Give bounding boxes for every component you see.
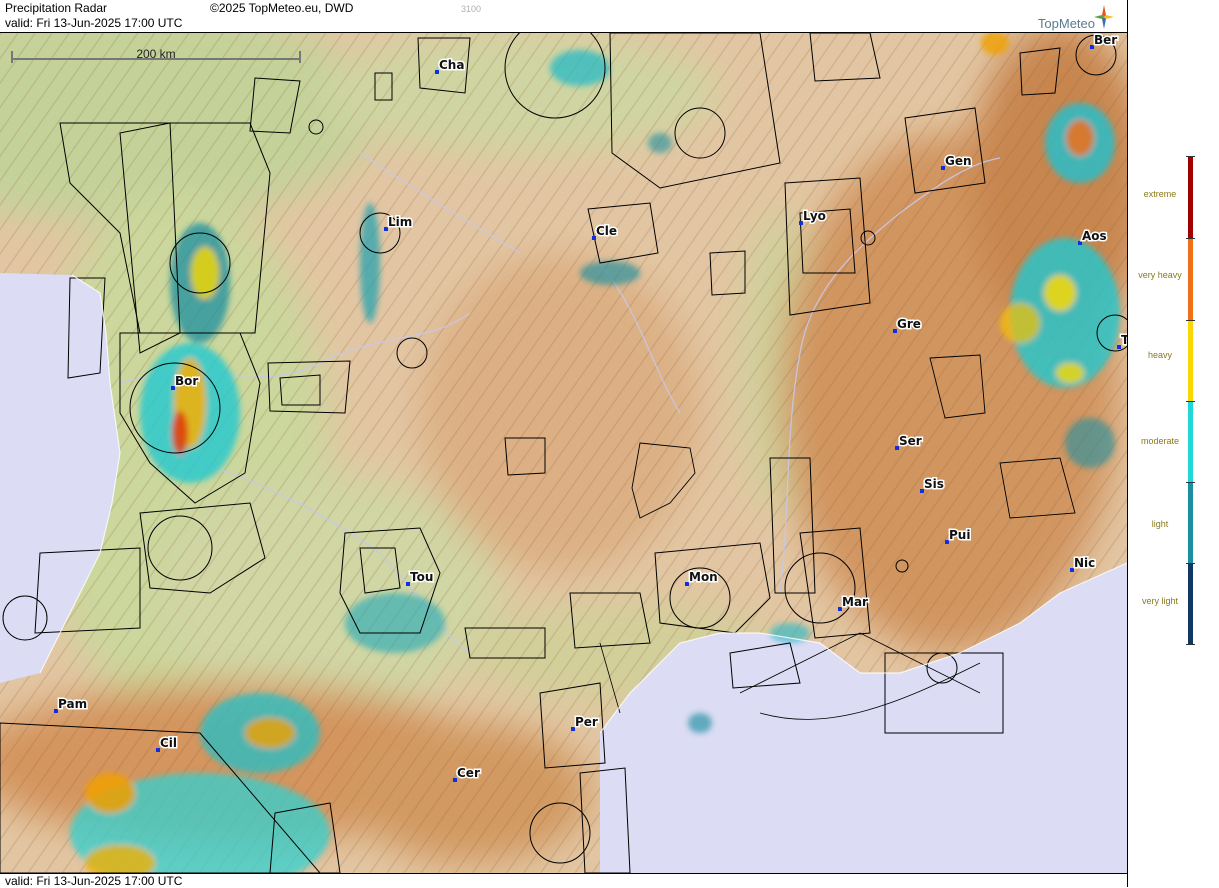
city-bor[interactable]: Bor [171, 373, 200, 390]
legend-swatch-heavy [1188, 320, 1193, 401]
city-label: Sis [924, 477, 944, 491]
radar-map[interactable]: 200 km Cha Ber Gen Lim Cle Lyo Aos Gre B… [0, 33, 1127, 873]
city-aos[interactable]: Aos [1078, 228, 1108, 245]
legend-tick [1186, 644, 1195, 645]
city-label: Ser [899, 434, 922, 448]
legend-tick [1186, 320, 1195, 321]
city-pui[interactable]: Pui [945, 527, 972, 544]
legend-tick [1186, 401, 1195, 402]
city-label: Lyo [803, 209, 826, 223]
city-label: Gre [897, 317, 921, 331]
city-label: Cle [596, 224, 617, 238]
city-label: Tou [410, 570, 433, 584]
city-per[interactable]: Per [571, 714, 599, 731]
city-gre[interactable]: Gre [893, 316, 922, 333]
city-label: Gen [945, 154, 972, 168]
city-cle[interactable]: Cle [592, 223, 619, 240]
legend-tick [1186, 482, 1195, 483]
city-ser[interactable]: Ser [895, 433, 923, 450]
city-label: Lim [388, 215, 412, 229]
city-cha[interactable]: Cha [435, 57, 466, 74]
city-label: Per [575, 715, 598, 729]
logo-text: TopMeteo [1037, 16, 1095, 31]
city-label: Aos [1082, 229, 1107, 243]
city-gen[interactable]: Gen [941, 153, 973, 170]
map-header: Precipitation Radar ©2025 TopMeteo.eu, D… [0, 0, 1127, 33]
city-tou[interactable]: Tou [406, 569, 435, 586]
footer-valid-time: valid: Fri 13-Jun-2025 17:00 UTC [5, 874, 183, 888]
city-lim[interactable]: Lim [384, 214, 414, 231]
city-mar[interactable]: Mar [838, 594, 870, 611]
city-label: Mon [689, 570, 718, 584]
scale-bar-label: 200 km [136, 47, 175, 61]
legend-label-heavy: heavy [1147, 350, 1173, 360]
city-label: Cer [457, 766, 480, 780]
city-label: Pui [949, 528, 970, 542]
product-code: 3100 [461, 4, 482, 14]
product-title: Precipitation Radar [5, 1, 108, 15]
city-label: Cil [160, 736, 177, 750]
copyright-text: ©2025 TopMeteo.eu, DWD [210, 1, 354, 15]
legend-label-moderate: moderate [1140, 436, 1180, 446]
legend-label-extreme: extreme [1143, 189, 1177, 199]
legend-tick [1186, 156, 1195, 157]
city-label: Bor [175, 374, 198, 388]
city-cer[interactable]: Cer [453, 765, 481, 782]
city-cil[interactable]: Cil [156, 735, 179, 752]
map-canvas[interactable]: 200 km Cha Ber Gen Lim Cle Lyo Aos Gre B… [0, 33, 1127, 873]
city-label: Ber [1094, 33, 1117, 47]
legend-tick [1186, 563, 1195, 564]
legend-label-very-heavy: very heavy [1138, 270, 1182, 280]
city-label: Pam [58, 697, 87, 711]
city-ber[interactable]: Ber [1090, 33, 1119, 49]
city-lyo[interactable]: Lyo [799, 208, 827, 225]
legend-tick [1186, 238, 1195, 239]
legend-label-light: light [1151, 519, 1169, 529]
map-footer: valid: Fri 13-Jun-2025 17:00 UTC [0, 873, 1127, 888]
valid-time: valid: Fri 13-Jun-2025 17:00 UTC [5, 16, 183, 30]
precipitation-legend: extreme very heavy heavy moderate light … [1127, 0, 1219, 887]
city-nic[interactable]: Nic [1070, 555, 1097, 572]
city-label: Nic [1074, 556, 1095, 570]
topmeteo-logo[interactable]: TopMeteo [1017, 3, 1117, 31]
city-pam[interactable]: Pam [54, 696, 89, 713]
city-mon[interactable]: Mon [685, 569, 719, 586]
city-label: Cha [439, 58, 464, 72]
city-label: Mar [842, 595, 868, 609]
legend-label-very-light: very light [1141, 596, 1178, 606]
city-sis[interactable]: Sis [920, 476, 945, 493]
compass-star-icon [1094, 5, 1114, 29]
